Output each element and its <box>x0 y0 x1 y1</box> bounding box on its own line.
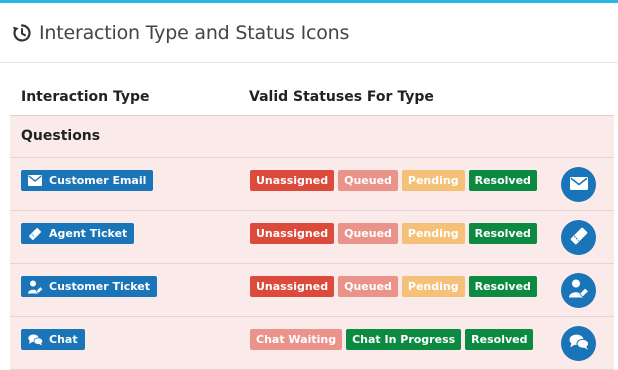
panel-title: Interaction Type and Status Icons <box>39 21 350 44</box>
type-badge-chat: Chat <box>21 329 85 350</box>
status-badge-queued: Queued <box>338 276 398 297</box>
status-list: Unassigned Queued Pending Resolved <box>250 223 537 244</box>
status-list: Unassigned Queued Pending Resolved <box>250 276 537 297</box>
status-badge-queued: Queued <box>338 170 398 191</box>
type-badge-customer-ticket: Customer Ticket <box>21 276 157 297</box>
ticket-icon <box>27 227 43 241</box>
envelope-icon <box>569 175 588 194</box>
chat-bubbles-icon <box>27 333 43 347</box>
group-row-questions: Questions <box>10 116 614 158</box>
envelope-icon <box>27 174 43 188</box>
column-header-valid-statuses: Valid Statuses For Type <box>249 89 434 105</box>
status-badge-resolved: Resolved <box>468 276 537 297</box>
type-label: Agent Ticket <box>49 227 128 240</box>
status-badge-resolved: Resolved <box>465 329 534 350</box>
status-list: Unassigned Queued Pending Resolved <box>250 170 537 191</box>
status-badge-chat-waiting: Chat Waiting <box>250 329 343 350</box>
column-header-interaction-type: Interaction Type <box>21 89 150 105</box>
user-ticket-icon <box>568 279 589 302</box>
type-label: Customer Email <box>49 174 147 187</box>
customer-email-action-button[interactable] <box>561 167 596 202</box>
customer-ticket-action-button[interactable] <box>561 273 596 308</box>
ticket-icon <box>569 226 589 250</box>
table-row-chat: Chat Chat Waiting Chat In Progress Resol… <box>10 317 614 370</box>
status-badge-resolved: Resolved <box>468 223 537 244</box>
status-list: Chat Waiting Chat In Progress Resolved <box>250 329 534 350</box>
panel-header: Interaction Type and Status Icons <box>0 3 618 63</box>
status-badge-unassigned: Unassigned <box>250 276 335 297</box>
chat-bubbles-icon <box>569 334 589 354</box>
type-label: Chat <box>49 333 78 346</box>
status-badge-pending: Pending <box>401 276 465 297</box>
interaction-table: Interaction Type Valid Statuses For Type… <box>10 77 614 370</box>
table-row-customer-email: Customer Email Unassigned Queued Pending… <box>10 158 614 211</box>
table-row-customer-ticket: Customer Ticket Unassigned Queued Pendin… <box>10 264 614 317</box>
status-badge-pending: Pending <box>401 223 465 244</box>
status-badge-queued: Queued <box>338 223 398 244</box>
table-row-agent-ticket: Agent Ticket Unassigned Queued Pending R… <box>10 211 614 264</box>
type-label: Customer Ticket <box>49 280 150 293</box>
status-badge-pending: Pending <box>401 170 465 191</box>
type-badge-agent-ticket: Agent Ticket <box>21 223 135 244</box>
group-label: Questions <box>21 128 101 144</box>
status-badge-unassigned: Unassigned <box>250 170 335 191</box>
user-ticket-icon <box>27 280 43 294</box>
status-badge-unassigned: Unassigned <box>250 223 335 244</box>
table-header-row: Interaction Type Valid Statuses For Type <box>10 77 614 116</box>
status-badge-chat-in-progress: Chat In Progress <box>346 329 462 350</box>
chat-action-button[interactable] <box>561 326 596 361</box>
history-icon <box>12 23 32 43</box>
agent-ticket-action-button[interactable] <box>561 220 596 255</box>
type-badge-customer-email: Customer Email <box>21 170 154 191</box>
interaction-status-panel: Interaction Type and Status Icons Intera… <box>0 0 618 370</box>
status-badge-resolved: Resolved <box>468 170 537 191</box>
